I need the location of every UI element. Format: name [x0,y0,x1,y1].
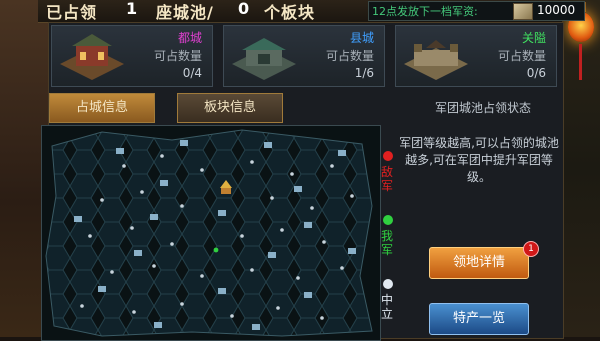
territory-details-button[interactable]: 领地详情 [429,247,529,279]
tab-city-info[interactable]: 占城信息 [49,93,155,123]
supply-scroll-icon [513,3,533,20]
ally-dot-icon [383,215,393,225]
cities-label: 座城池/ [156,3,214,22]
tab-bar: 占城信息 板块信息 军团城池占领状态 [49,89,561,123]
county-castle-icon [232,38,296,80]
legend-enemy: 敌军 [381,165,394,193]
card-title: 县城 [349,31,374,45]
enemy-dot-icon [383,151,393,161]
card-count: 0/6 [526,66,546,80]
tab-block-info[interactable]: 板块信息 [177,93,283,123]
card-title: 关隘 [521,31,546,45]
legion-info-text: 军团等级越高,可以占领的城池越多,可在军团中提升军团等级。 [399,136,559,184]
occupied-label: 已占领 [46,3,98,22]
capital-castle-icon [60,34,124,80]
notification-badge: 1 [523,241,539,257]
reward-box: 12点发放下一档军资: 10000 [368,1,585,21]
card-label: 可占数量 [497,49,546,63]
card-count: 0/4 [182,66,202,80]
neutral-dot-icon [383,279,393,289]
cities-count: 1 [126,0,138,18]
own-city-marker [213,247,219,253]
territory-map[interactable] [41,125,381,341]
status-title: 军团城池占领状态 [434,101,531,115]
specialty-list-button[interactable]: 特产一览 [429,303,529,335]
card-count: 1/6 [354,66,374,80]
legend-neutral: 中立 [381,293,394,321]
territory-map-svg [45,129,373,337]
reward-label: 12点发放下一档军资: [372,5,478,18]
blocks-label: 个板块 [264,3,316,22]
occupation-summary-bar: 已占领 1 座城池/ 0 个板块 12点发放下一档军资: 10000 [38,0,585,23]
city-card-pass[interactable]: 关隘 可占数量 0/6 [395,25,557,87]
legion-city-panel: 都城 可占数量 0/4 县城 可占数量 1/6 关隘 可占数量 0/6 占城信息… [41,22,564,341]
card-label: 可占数量 [153,49,202,63]
map-legend: 敌军 我军 中立 [379,149,399,339]
blocks-count: 0 [238,0,250,18]
city-type-cards: 都城 可占数量 0/4 县城 可占数量 1/6 关隘 可占数量 0/6 [51,25,559,87]
legend-ally: 我军 [381,229,394,257]
pass-fortress-icon [404,40,468,80]
city-card-capital[interactable]: 都城 可占数量 0/4 [51,25,213,87]
card-label: 可占数量 [325,49,374,63]
card-title: 都城 [177,31,202,45]
city-card-county[interactable]: 县城 可占数量 1/6 [223,25,385,87]
lantern-tassel [579,44,582,80]
reward-value: 10000 [537,3,576,17]
